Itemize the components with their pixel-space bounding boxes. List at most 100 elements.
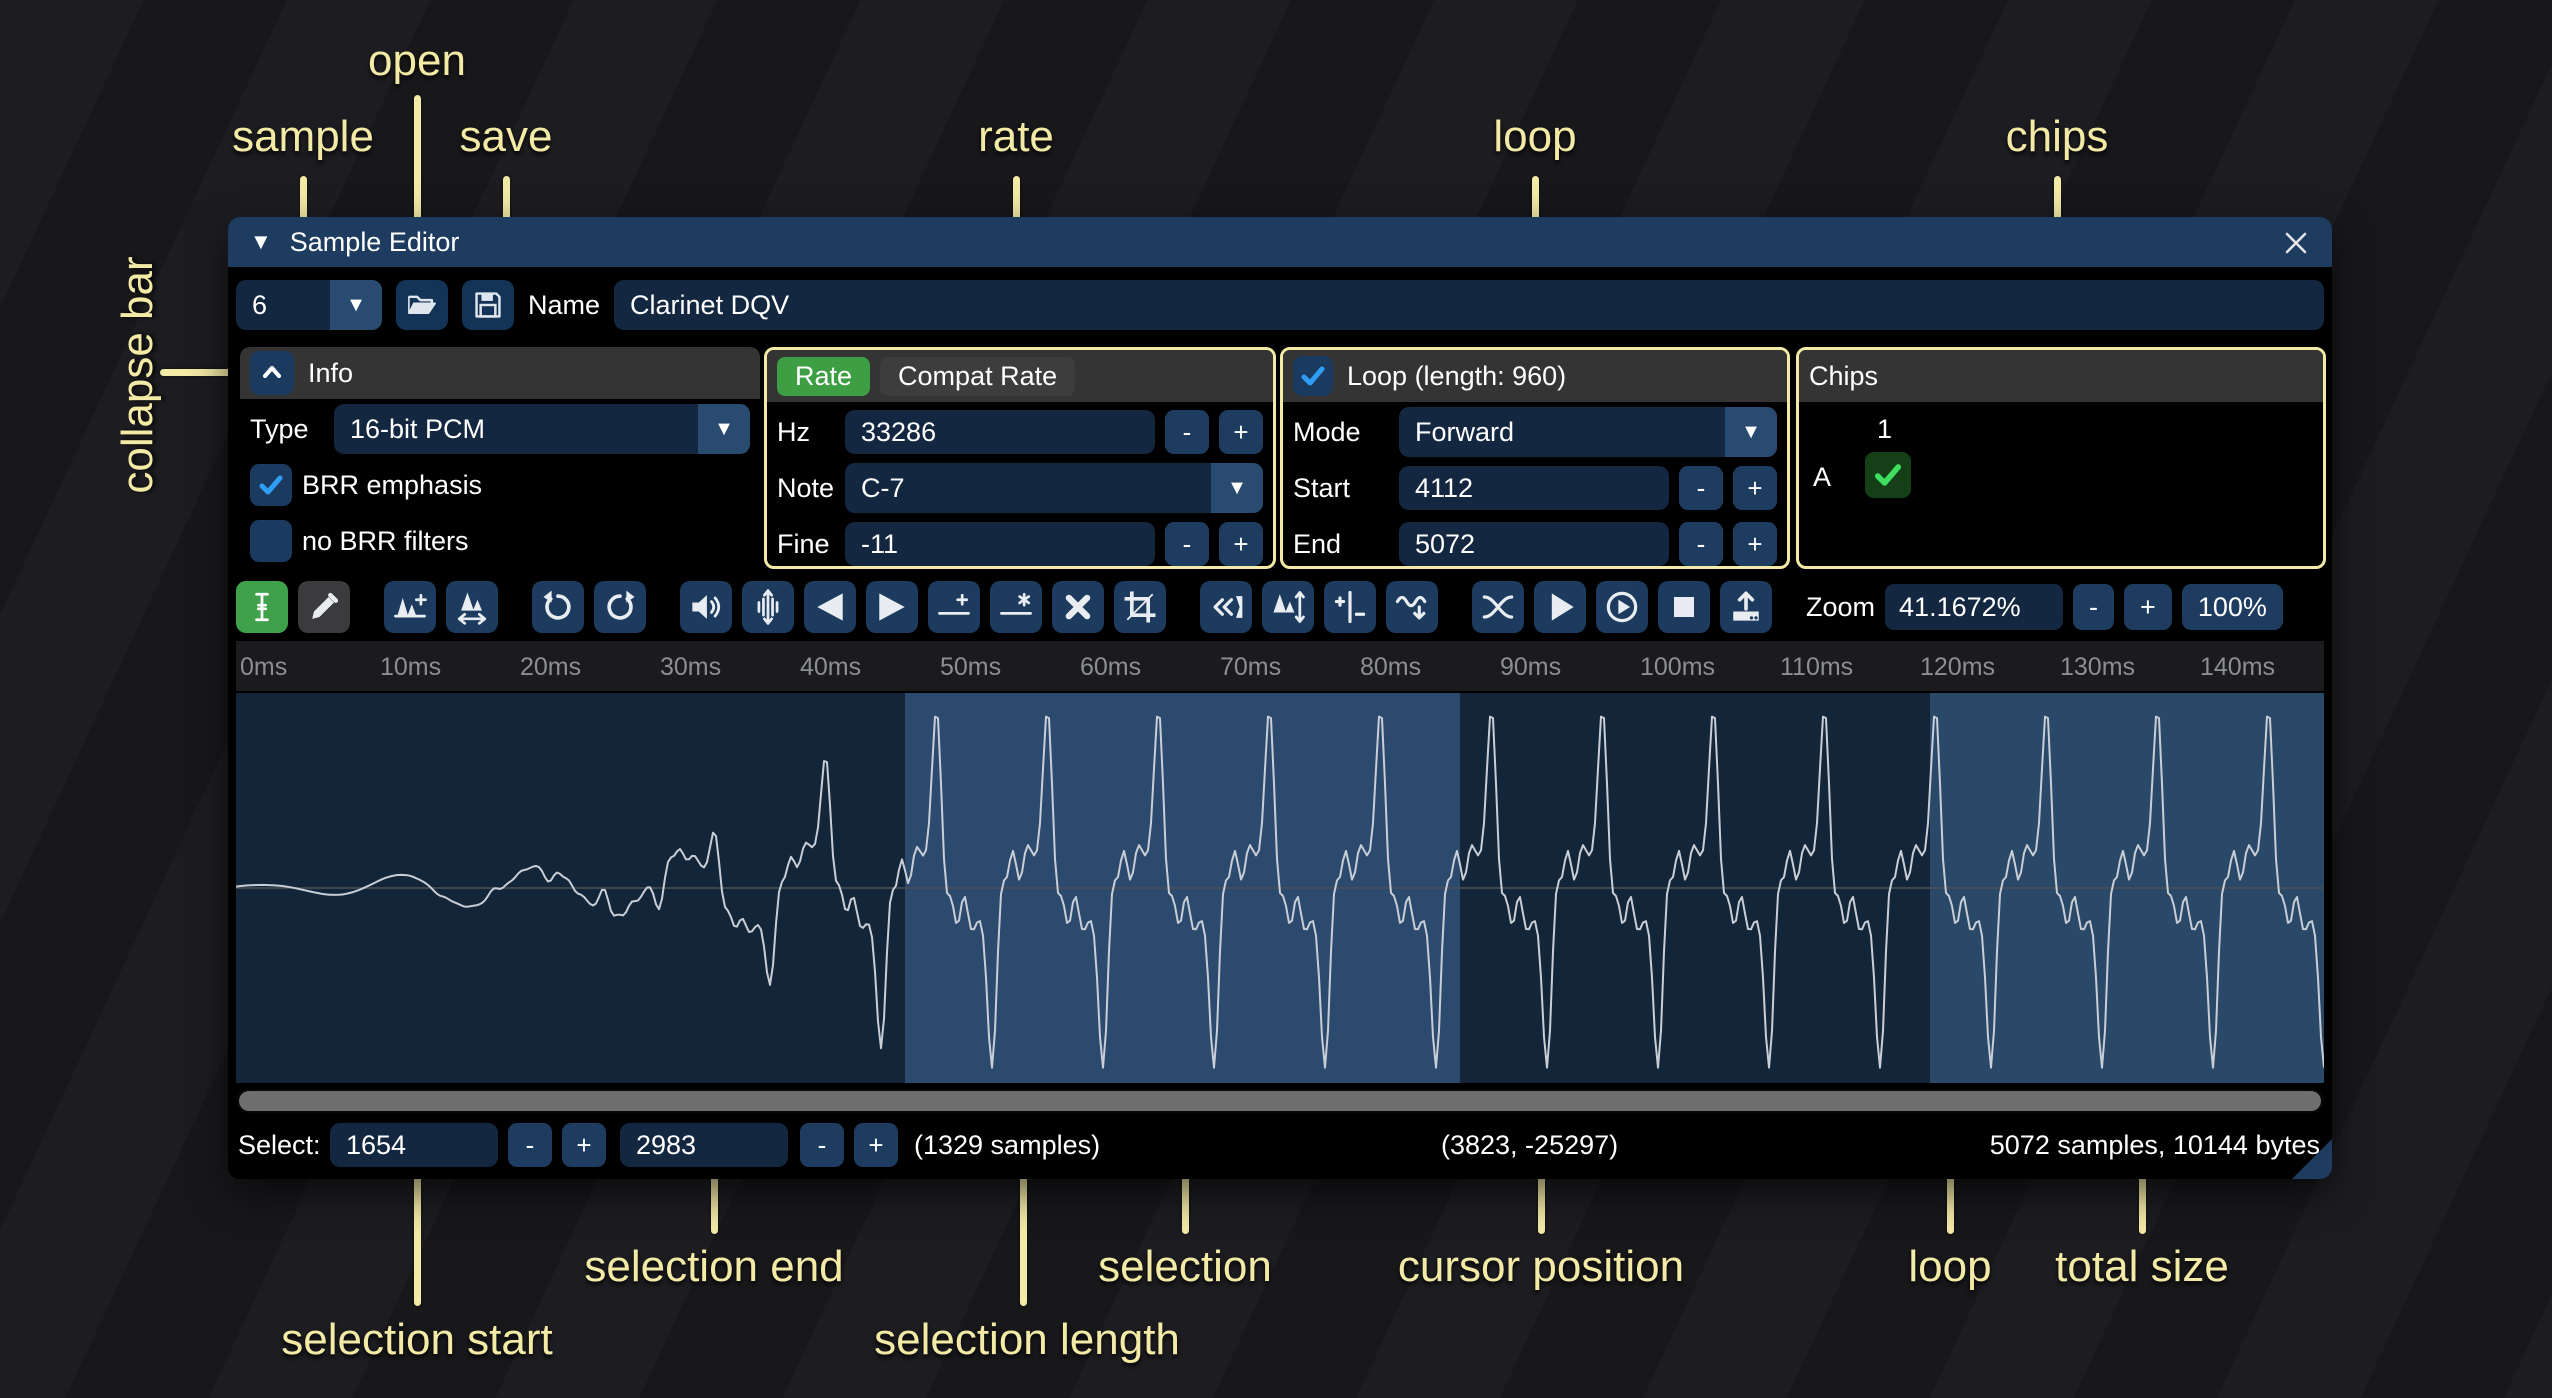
info-collapse-button[interactable] [250, 351, 294, 395]
ibeam-select-icon [242, 587, 282, 627]
undo-button[interactable] [532, 581, 584, 633]
timeline-label: 90ms [1500, 653, 1561, 682]
name-label: Name [528, 290, 600, 321]
tab-compat-rate[interactable]: Compat Rate [880, 357, 1075, 396]
chips-panel-title: Chips [1809, 361, 1878, 392]
timeline-label: 130ms [2060, 653, 2135, 682]
loop-end-label: End [1293, 529, 1389, 560]
invert-button[interactable] [1262, 581, 1314, 633]
resize-grip[interactable] [2292, 1139, 2332, 1179]
fade-out-button[interactable] [866, 581, 918, 633]
insert-silence-button[interactable] [928, 581, 980, 633]
save-floppy-icon [470, 287, 506, 323]
reverse-icon [1206, 587, 1246, 627]
annotation-save: save [460, 112, 553, 162]
loop-start-input[interactable]: 4112 [1399, 466, 1669, 510]
normalize-button[interactable] [742, 581, 794, 633]
hz-minus-button[interactable]: - [1165, 410, 1209, 454]
sample-selector-value: 6 [236, 280, 330, 330]
redo-button[interactable] [594, 581, 646, 633]
amplify-button[interactable] [680, 581, 732, 633]
timeline-label: 0ms [240, 653, 287, 682]
delete-button[interactable] [1052, 581, 1104, 633]
crossfade-button[interactable] [1472, 581, 1524, 633]
loop-mode-select[interactable]: Forward ▼ [1399, 407, 1777, 457]
loop-enable-checkbox[interactable] [1293, 356, 1333, 396]
selection-end-input[interactable]: 2983 [620, 1123, 788, 1167]
annotation-sample: sample [232, 112, 374, 162]
sample-type-select[interactable]: 16-bit PCM ▼ [334, 404, 750, 454]
resample-button[interactable] [446, 581, 498, 633]
brr-emphasis-checkbox[interactable] [250, 464, 292, 506]
crossfade-icon [1478, 587, 1518, 627]
preview-button[interactable] [1534, 581, 1586, 633]
loop-start-minus-button[interactable]: - [1679, 466, 1723, 510]
fine-plus-button[interactable]: + [1219, 522, 1263, 566]
chips-panel: Chips 1 A [1796, 347, 2326, 569]
fine-input[interactable]: -11 [845, 522, 1155, 566]
create-instrument-button[interactable] [1720, 581, 1772, 633]
selection-start-plus-button[interactable]: + [562, 1123, 606, 1167]
selection-start-minus-button[interactable]: - [508, 1123, 552, 1167]
loop-panel: Loop (length: 960) Mode Forward ▼ Start … [1280, 347, 1790, 569]
no-brr-filters-label: no BRR filters [302, 526, 469, 557]
signedness-button[interactable] [1324, 581, 1376, 633]
stop-preview-icon [1664, 587, 1704, 627]
filter-icon [1392, 587, 1432, 627]
zoom-reset-button[interactable]: 100% [2182, 584, 2283, 630]
loop-end-plus-button[interactable]: + [1733, 522, 1777, 566]
zoom-out-button[interactable]: - [2073, 584, 2114, 630]
window-title: Sample Editor [290, 227, 460, 258]
create-instrument-icon [1726, 587, 1766, 627]
waveform-scrollbar[interactable] [236, 1089, 2324, 1113]
stop-preview-button[interactable] [1658, 581, 1710, 633]
select-mode-button[interactable] [236, 581, 288, 633]
reverse-button[interactable] [1200, 581, 1252, 633]
open-sample-button[interactable] [396, 280, 448, 330]
annotation-selection-start: selection start [281, 1315, 552, 1365]
sample-selector[interactable]: 6 ▼ [236, 280, 382, 330]
chip-enable-checkbox[interactable] [1865, 452, 1911, 498]
annotation-line [414, 1168, 421, 1306]
selection-start-input[interactable]: 1654 [330, 1123, 498, 1167]
hz-input[interactable]: 33286 [845, 410, 1155, 454]
note-select[interactable]: C-7 ▼ [845, 463, 1263, 513]
resize-button[interactable] [384, 581, 436, 633]
fade-out-icon [872, 587, 912, 627]
timeline-label: 50ms [940, 653, 1001, 682]
fade-in-button[interactable] [804, 581, 856, 633]
close-button[interactable] [2278, 225, 2314, 261]
no-brr-filters-checkbox[interactable] [250, 520, 292, 562]
save-sample-button[interactable] [462, 280, 514, 330]
timeline[interactable]: 0ms10ms20ms30ms40ms50ms60ms70ms80ms90ms1… [236, 641, 2324, 691]
window-collapse-icon[interactable]: ▼ [250, 229, 272, 255]
zoom-input[interactable]: 41.1672% [1885, 584, 2063, 630]
waveform-canvas[interactable] [236, 693, 2324, 1083]
scrollbar-thumb[interactable] [239, 1091, 2321, 1111]
loop-start-plus-button[interactable]: + [1733, 466, 1777, 510]
check-icon [256, 470, 286, 500]
selection-end-minus-button[interactable]: - [800, 1123, 844, 1167]
preview-selection-icon [1602, 587, 1642, 627]
selection-end-plus-button[interactable]: + [854, 1123, 898, 1167]
preview-selection-button[interactable] [1596, 581, 1648, 633]
hz-plus-button[interactable]: + [1219, 410, 1263, 454]
annotation-selection: selection [1098, 1242, 1272, 1292]
zoom-in-button[interactable]: + [2124, 584, 2172, 630]
loop-mode-value: Forward [1399, 407, 1725, 457]
resample-icon [452, 587, 492, 627]
type-label: Type [250, 414, 324, 445]
loop-end-minus-button[interactable]: - [1679, 522, 1723, 566]
annotation-total-size: total size [2055, 1242, 2229, 1292]
undo-icon [538, 587, 578, 627]
draw-mode-button[interactable] [298, 581, 350, 633]
tab-rate[interactable]: Rate [777, 357, 870, 396]
fine-minus-button[interactable]: - [1165, 522, 1209, 566]
sample-name-input[interactable]: Clarinet DQV [614, 280, 2324, 330]
trim-button[interactable] [1114, 581, 1166, 633]
filter-button[interactable] [1386, 581, 1438, 633]
apply-silence-button[interactable] [990, 581, 1042, 633]
annotation-loop: loop [1493, 112, 1576, 162]
loop-end-input[interactable]: 5072 [1399, 522, 1669, 566]
window-titlebar[interactable]: ▼ Sample Editor [228, 217, 2332, 267]
